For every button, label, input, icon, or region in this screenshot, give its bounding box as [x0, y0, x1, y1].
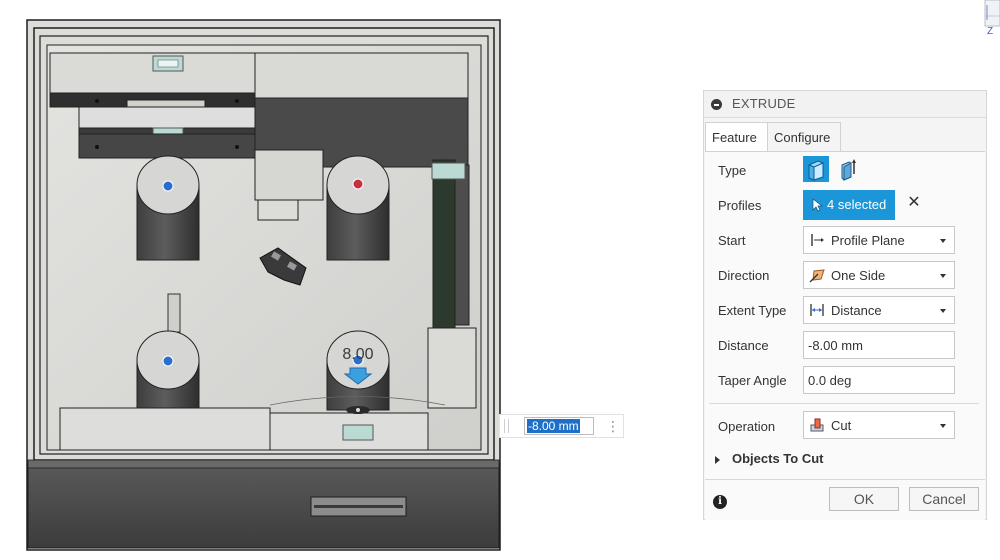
operation-dropdown[interactable]: Cut — [803, 411, 955, 439]
tab-configure[interactable]: Configure — [768, 122, 841, 152]
standoff-bottom-left — [136, 330, 200, 411]
solid-extrude-button[interactable] — [803, 156, 829, 182]
one-side-icon — [809, 269, 825, 283]
distance-field[interactable]: -8.00 mm — [803, 331, 955, 359]
start-value: Profile Plane — [831, 233, 905, 248]
extent-type-value: Distance — [831, 303, 882, 318]
feature-panel: Type Profiles 4 selected ✕ Start Profile… — [705, 151, 985, 520]
bottom-left-box — [59, 407, 271, 451]
extent-type-label: Extent Type — [718, 303, 787, 318]
cut-icon — [810, 418, 824, 432]
profiles-count: 4 selected — [827, 197, 887, 212]
section-divider — [709, 403, 979, 404]
chevron-down-icon — [940, 239, 946, 243]
profiles-selection-button[interactable]: 4 selected — [803, 190, 895, 220]
model-canvas[interactable]: 8.00 — [0, 0, 690, 560]
taper-angle-field[interactable]: 0.0 deg — [803, 366, 955, 394]
svg-text:Z: Z — [987, 26, 993, 36]
ok-button[interactable]: OK — [829, 487, 899, 511]
standoff-top-left — [136, 155, 200, 261]
side-board — [432, 159, 456, 329]
standoff-bottom-right — [326, 330, 390, 411]
cancel-button[interactable]: Cancel — [909, 487, 979, 511]
tab-feature[interactable]: Feature — [705, 122, 768, 152]
chevron-down-icon — [940, 424, 946, 428]
expand-arrow-icon[interactable] — [715, 456, 720, 464]
profile-plane-icon — [811, 234, 824, 246]
chevron-down-icon — [940, 309, 946, 313]
type-label: Type — [718, 163, 747, 178]
view-cube-icon: Z — [984, 0, 1000, 37]
extent-type-dropdown[interactable]: Distance — [803, 296, 955, 324]
profiles-label: Profiles — [718, 198, 762, 213]
view-cube[interactable]: Z — [978, 0, 1000, 37]
footer-divider — [705, 479, 985, 480]
distance-label: Distance — [718, 338, 769, 353]
start-label: Start — [718, 233, 746, 248]
distance-icon — [810, 304, 824, 316]
dialog-tabs: Feature Configure — [704, 118, 986, 152]
inline-distance-box: -8.00 mm ⋮ — [499, 414, 624, 438]
thin-extrude-icon — [841, 159, 856, 181]
rail-upper — [78, 106, 256, 129]
solid-extrude-icon — [808, 160, 824, 181]
direction-value: One Side — [831, 268, 886, 283]
chevron-down-icon — [940, 274, 946, 278]
drag-handle[interactable] — [504, 419, 509, 433]
operation-value: Cut — [831, 418, 852, 433]
start-dropdown[interactable]: Profile Plane — [803, 226, 955, 254]
dialog-header[interactable]: EXTRUDE — [704, 91, 986, 118]
taper-angle-label: Taper Angle — [718, 373, 787, 388]
dialog-footer: i OK Cancel — [705, 487, 985, 520]
design-viewport[interactable]: 8.00 -8.00 mm ⋮ — [0, 0, 690, 560]
cursor-select-icon — [812, 198, 823, 212]
operation-label: Operation — [718, 419, 776, 434]
info-icon[interactable]: i — [713, 495, 727, 509]
thin-extrude-button[interactable] — [837, 156, 863, 182]
front-wall — [27, 462, 500, 549]
distance-inline-value: -8.00 mm — [527, 419, 580, 433]
bracket — [254, 149, 324, 201]
collapse-icon[interactable] — [711, 99, 722, 110]
extrude-dialog: EXTRUDE Feature Configure Type Profiles — [703, 90, 987, 520]
objects-to-cut-header[interactable]: Objects To Cut — [732, 451, 823, 466]
direction-dropdown[interactable]: One Side — [803, 261, 955, 289]
dialog-title: EXTRUDE — [732, 96, 796, 111]
more-options-icon[interactable]: ⋮ — [606, 418, 620, 434]
direction-label: Direction — [718, 268, 770, 283]
standoff-top-right — [326, 155, 390, 261]
distance-inline-input[interactable]: -8.00 mm — [524, 417, 594, 435]
clear-selection-icon[interactable]: ✕ — [906, 194, 922, 212]
dimension-label: 8.00 — [342, 346, 373, 363]
